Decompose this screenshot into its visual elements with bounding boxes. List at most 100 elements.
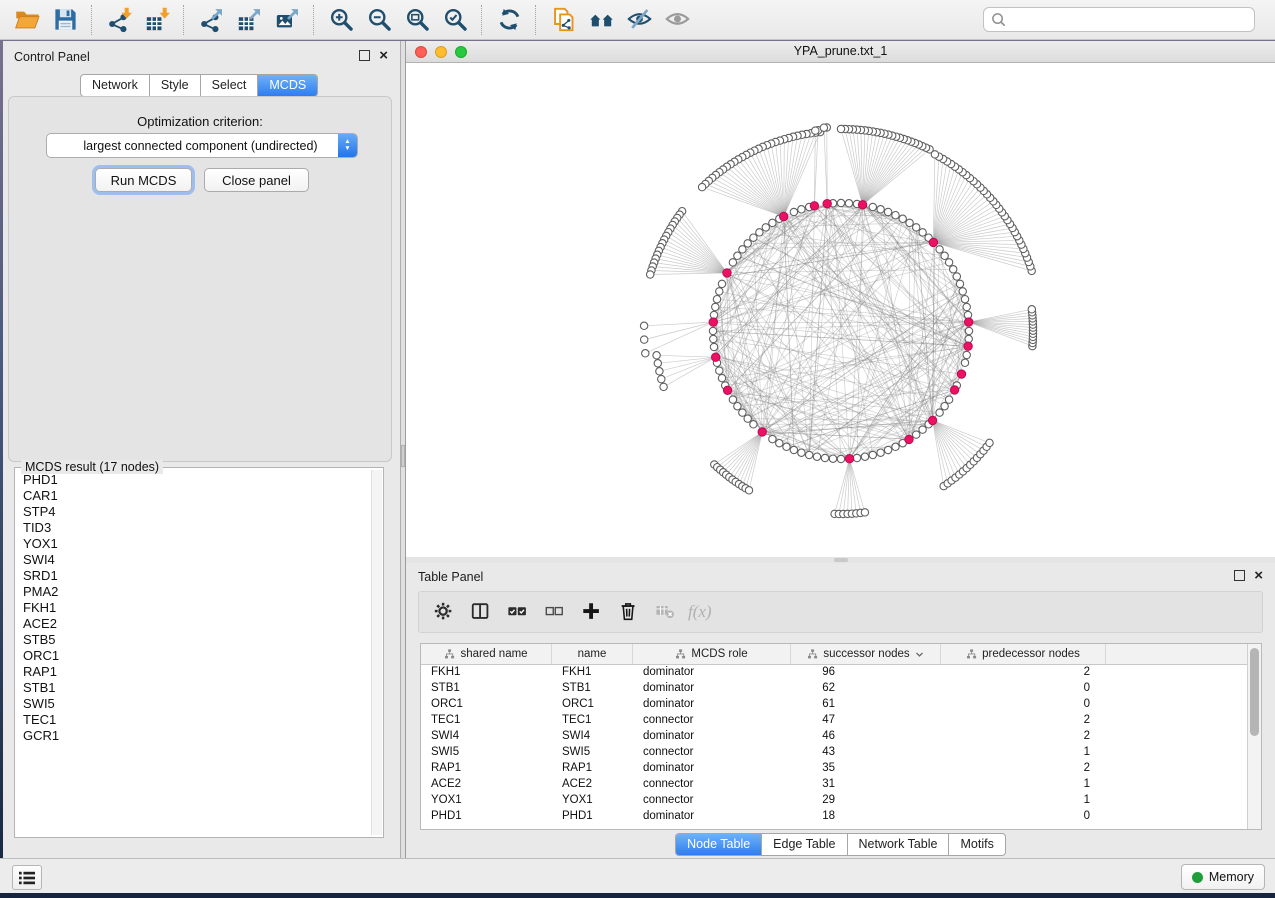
column-header-predecessor-nodes[interactable]: predecessor nodes — [941, 644, 1106, 664]
zoom-in-icon[interactable] — [324, 4, 358, 36]
network-node[interactable] — [713, 296, 720, 303]
float-panel-icon[interactable] — [359, 50, 370, 61]
zoom-fit-icon[interactable] — [400, 4, 434, 36]
table-row[interactable]: FKH1FKH1dominator962 — [421, 664, 1247, 680]
network-node[interactable] — [837, 199, 844, 206]
network-node[interactable] — [861, 453, 868, 460]
mcds-result-node[interactable]: CAR1 — [15, 488, 371, 504]
network-canvas[interactable] — [406, 63, 1275, 557]
table-row[interactable]: SWI4SWI4dominator462 — [421, 728, 1247, 744]
network-node[interactable] — [658, 375, 665, 382]
network-node[interactable] — [906, 219, 913, 226]
search-field[interactable] — [983, 7, 1255, 32]
network-node[interactable] — [861, 509, 868, 516]
splitter-handle[interactable] — [834, 558, 848, 562]
network-node[interactable] — [734, 252, 741, 259]
network-node[interactable] — [798, 449, 805, 456]
close-panel-button[interactable]: Close panel — [204, 168, 309, 192]
network-node[interactable] — [961, 296, 968, 303]
mcds-hub-node[interactable] — [957, 370, 965, 378]
table-row[interactable]: ACE2ACE2connector311 — [421, 776, 1247, 792]
network-node[interactable] — [813, 453, 820, 460]
table-row[interactable]: PHD1PHD1dominator180 — [421, 808, 1247, 824]
network-node[interactable] — [660, 383, 667, 390]
mcds-hub-node[interactable] — [950, 386, 958, 394]
mcds-result-node[interactable]: ACE2 — [15, 616, 371, 632]
splitter-handle[interactable] — [401, 445, 405, 467]
network-node[interactable] — [877, 206, 884, 213]
network-node[interactable] — [641, 336, 648, 343]
network-node[interactable] — [919, 426, 926, 433]
network-node[interactable] — [745, 487, 752, 494]
network-node[interactable] — [821, 454, 828, 461]
export-network-icon[interactable] — [194, 4, 228, 36]
mcds-hub-node[interactable] — [823, 200, 831, 208]
mcds-result-node[interactable]: YOX1 — [15, 536, 371, 552]
mcds-hub-node[interactable] — [845, 455, 853, 463]
mcds-hub-node[interactable] — [905, 435, 913, 443]
network-node[interactable] — [959, 288, 966, 295]
result-scrollbar[interactable] — [371, 470, 382, 835]
mcds-result-node[interactable]: PHD1 — [15, 472, 371, 488]
network-node[interactable] — [739, 246, 746, 253]
column-header-successor-nodes[interactable]: successor nodes — [791, 644, 941, 664]
add-icon[interactable] — [577, 597, 607, 627]
mcds-result-node[interactable]: ORC1 — [15, 648, 371, 664]
select-all-icon[interactable] — [503, 597, 533, 627]
network-node[interactable] — [712, 303, 719, 310]
run-mcds-button[interactable]: Run MCDS — [95, 168, 192, 192]
network-node[interactable] — [710, 335, 717, 342]
mcds-result-node[interactable]: SWI4 — [15, 552, 371, 568]
network-node[interactable] — [647, 271, 654, 278]
settings-icon[interactable] — [429, 597, 459, 627]
tab-edge-table[interactable]: Edge Table — [762, 834, 847, 855]
table-scrollbar[interactable] — [1247, 644, 1261, 829]
network-titlebar[interactable]: YPA_prune.txt_1 — [406, 41, 1275, 63]
import-network-icon[interactable] — [102, 4, 136, 36]
network-node[interactable] — [709, 327, 716, 334]
network-node[interactable] — [913, 224, 920, 231]
optimization-criterion-select[interactable]: largest connected component (undirected)… — [46, 133, 358, 158]
clear-selection-icon[interactable] — [540, 597, 570, 627]
network-node[interactable] — [698, 183, 705, 190]
mcds-result-node[interactable]: TEC1 — [15, 712, 371, 728]
column-header-name[interactable]: name — [552, 644, 633, 664]
task-history-button[interactable] — [12, 865, 42, 890]
network-node[interactable] — [710, 343, 717, 350]
network-node[interactable] — [892, 443, 899, 450]
tab-node-table[interactable]: Node Table — [676, 834, 762, 855]
export-image-icon[interactable] — [270, 4, 304, 36]
network-node[interactable] — [837, 125, 844, 132]
mcds-hub-node[interactable] — [810, 202, 818, 210]
network-node[interactable] — [729, 396, 736, 403]
hide-selected-icon[interactable] — [622, 4, 656, 36]
mcds-result-node[interactable]: STB5 — [15, 632, 371, 648]
network-graph[interactable] — [406, 63, 1275, 557]
network-node[interactable] — [716, 288, 723, 295]
network-node[interactable] — [739, 409, 746, 416]
network-node[interactable] — [653, 352, 660, 359]
mcds-hub-node[interactable] — [929, 238, 937, 246]
network-node[interactable] — [899, 215, 906, 222]
network-node[interactable] — [718, 374, 725, 381]
mcds-hub-node[interactable] — [964, 342, 972, 350]
mcds-result-node[interactable]: SRD1 — [15, 568, 371, 584]
network-node[interactable] — [950, 266, 957, 273]
tab-motifs[interactable]: Motifs — [949, 834, 1004, 855]
mcds-result-node[interactable]: STB1 — [15, 680, 371, 696]
mcds-hub-node[interactable] — [965, 318, 973, 326]
mcds-result-node[interactable]: PMA2 — [15, 584, 371, 600]
refresh-icon[interactable] — [492, 4, 526, 36]
network-node[interactable] — [806, 451, 813, 458]
network-node[interactable] — [941, 403, 948, 410]
network-node[interactable] — [941, 252, 948, 259]
show-all-icon[interactable] — [660, 4, 694, 36]
mcds-hub-node[interactable] — [780, 212, 788, 220]
mcds-hub-node[interactable] — [709, 318, 717, 326]
memory-button[interactable]: Memory — [1181, 864, 1265, 890]
network-node[interactable] — [729, 259, 736, 266]
mcds-result-node[interactable]: GCR1 — [15, 728, 371, 744]
mcds-hub-node[interactable] — [723, 269, 731, 277]
mcds-result-node[interactable]: TID3 — [15, 520, 371, 536]
network-node[interactable] — [744, 240, 751, 247]
